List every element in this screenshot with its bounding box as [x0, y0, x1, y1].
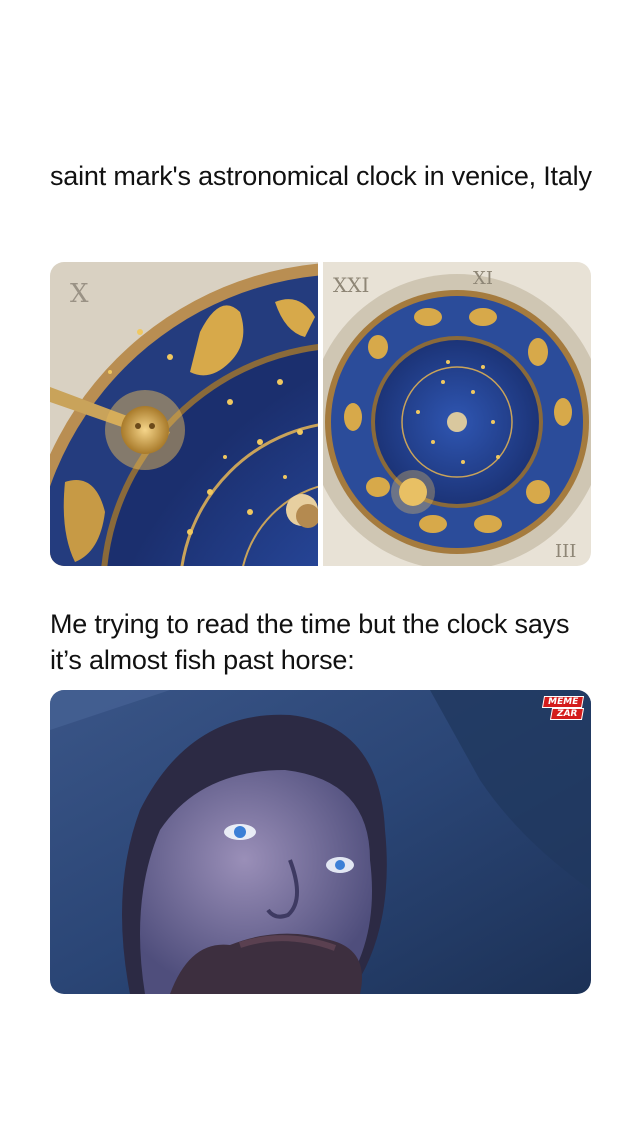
svg-text:XI: XI: [473, 268, 493, 289]
clock-full-image[interactable]: XXI XI III: [323, 262, 591, 566]
svg-text:III: III: [555, 541, 576, 562]
memezar-logo-line-2: ZAR: [549, 708, 585, 720]
memezar-logo-line-1: MEME: [541, 696, 585, 708]
memezar-logo: MEME ZAR: [541, 696, 585, 720]
clock-closeup-image[interactable]: X: [50, 262, 318, 566]
caption-bottom: Me trying to read the time but the clock…: [50, 609, 570, 675]
reaction-photo[interactable]: MEME ZAR: [50, 690, 591, 994]
svg-text:X: X: [70, 279, 89, 309]
svg-text:XXI: XXI: [333, 273, 369, 297]
caption-top: saint mark's astronomical clock in venic…: [50, 161, 592, 191]
